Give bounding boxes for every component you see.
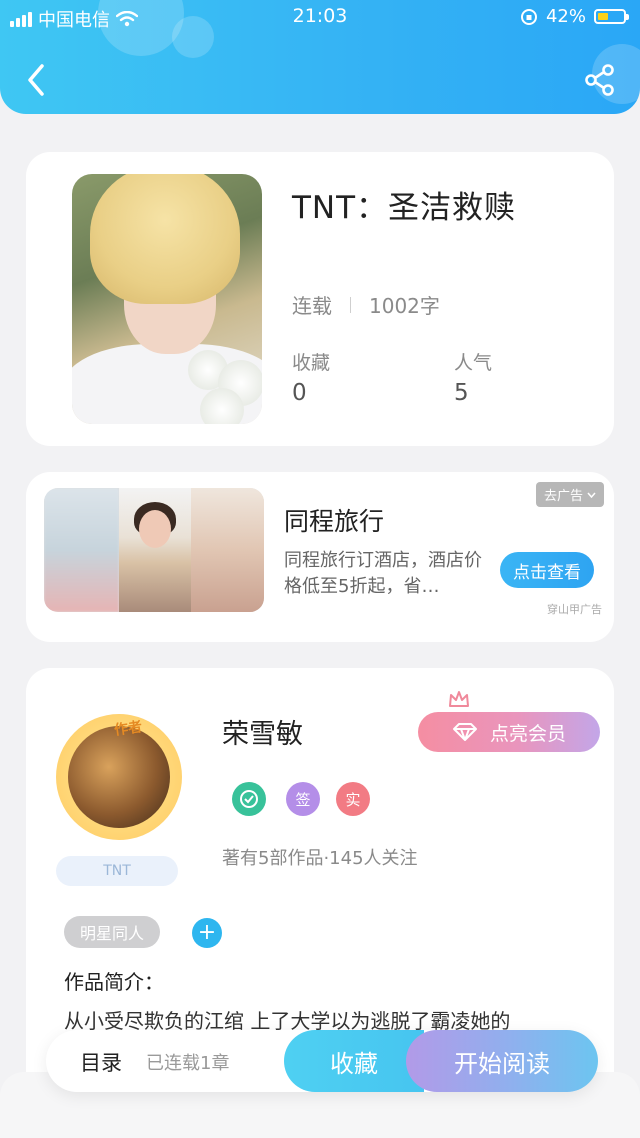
- verified-badge: 实: [336, 782, 370, 816]
- battery-fill: [598, 13, 608, 20]
- author-tag: 作者: [113, 719, 144, 739]
- share-button[interactable]: [582, 62, 618, 98]
- remove-ad-button[interactable]: 去广告: [535, 482, 604, 507]
- favorite-button[interactable]: 收藏: [284, 1030, 424, 1092]
- toc-button[interactable]: 目录: [80, 1047, 122, 1077]
- vip-button-label: 点亮会员: [489, 722, 566, 745]
- genre-tag[interactable]: 明星同人: [64, 916, 161, 948]
- orientation-lock-icon: [520, 8, 537, 25]
- back-button[interactable]: [22, 62, 52, 98]
- status-bar: 中国电信 21:03 42%: [0, 0, 640, 34]
- book-cover-image[interactable]: [72, 174, 262, 424]
- author-fan-badge: TNT: [56, 856, 178, 886]
- start-reading-button[interactable]: 开始阅读: [406, 1030, 598, 1092]
- word-count: 1002字: [369, 294, 440, 318]
- chevron-left-icon: [28, 64, 44, 96]
- diamond-icon: [452, 723, 477, 741]
- ad-image[interactable]: [44, 488, 264, 612]
- ad-view-button[interactable]: 点击查看: [500, 552, 594, 588]
- ad-description: 同程旅行订酒店，酒店价格低至5折起，省…: [284, 550, 482, 597]
- book-info-card: TNT：圣洁救赎 连载 1002字 收藏 0 人气 5: [26, 152, 614, 446]
- battery-percent: 42%: [545, 6, 586, 27]
- crown-icon: [449, 691, 469, 707]
- serial-status: 连载: [292, 294, 332, 318]
- chevron-down-icon: [587, 492, 596, 498]
- signed-badge: 签: [286, 782, 320, 816]
- vip-button[interactable]: 点亮会员: [418, 712, 600, 752]
- book-status: 连载 1002字: [292, 290, 440, 319]
- author-name[interactable]: 荣雪敏: [222, 712, 303, 751]
- chapter-count: 已连载1章: [146, 1053, 230, 1074]
- favorites-value: 0: [292, 380, 307, 406]
- popularity-label: 人气: [454, 352, 493, 374]
- remove-ad-label: 去广告: [543, 489, 583, 504]
- ad-title: 同程旅行: [284, 507, 385, 536]
- favorites-label: 收藏: [292, 352, 331, 374]
- share-icon: [585, 64, 614, 96]
- add-tag-button[interactable]: +: [192, 918, 222, 948]
- ad-card[interactable]: 同程旅行 同程旅行订酒店，酒店价格低至5折起，省… 去广告 点击查看 穿山甲广告: [26, 472, 614, 642]
- author-stats: 著有5部作品·145人关注: [222, 848, 418, 869]
- ad-source: 穿山甲广告: [547, 603, 602, 616]
- bottom-action-bar: 目录 已连载1章 收藏 开始阅读: [46, 1030, 598, 1092]
- top-header: 中国电信 21:03 42%: [0, 0, 640, 114]
- popularity-value: 5: [454, 380, 469, 406]
- intro-heading: 作品简介：: [64, 970, 164, 994]
- book-title: TNT：圣洁救赎: [292, 190, 517, 226]
- medal-badge-icon: [232, 782, 266, 816]
- divider: [350, 296, 351, 313]
- battery-icon: [594, 9, 629, 24]
